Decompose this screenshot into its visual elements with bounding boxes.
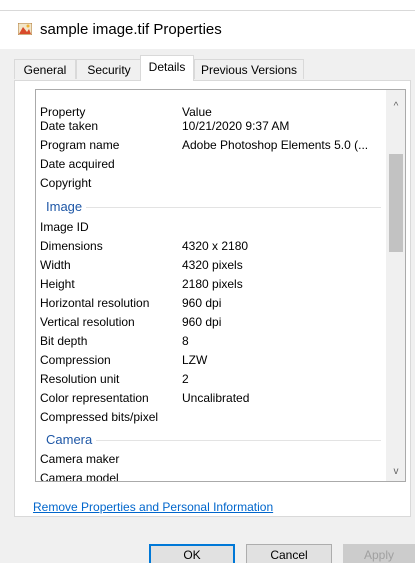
remove-properties-link[interactable]: Remove Properties and Personal Informati… <box>33 500 273 514</box>
group-header-image[interactable]: Image <box>36 197 387 217</box>
apply-button[interactable]: Apply <box>343 544 415 563</box>
properties-list-content: Property Value Date taken 10/21/2020 9:3… <box>36 90 387 481</box>
property-value: 960 dpi <box>182 296 222 310</box>
list-item[interactable]: Camera maker <box>36 450 387 469</box>
property-name: Dimensions <box>40 239 103 253</box>
image-file-icon <box>18 23 32 35</box>
property-name: Vertical resolution <box>40 315 135 329</box>
property-value: 10/21/2020 9:37 AM <box>182 119 290 133</box>
scrollbar-thumb[interactable] <box>389 154 403 252</box>
property-name: Image ID <box>40 220 89 234</box>
list-item[interactable]: Date taken 10/21/2020 9:37 AM <box>36 117 387 136</box>
list-item[interactable]: Dimensions 4320 x 2180 <box>36 237 387 256</box>
property-name: Bit depth <box>40 334 88 348</box>
property-value: 960 dpi <box>182 315 222 329</box>
details-panel: Property Value Date taken 10/21/2020 9:3… <box>14 80 411 517</box>
tab-details[interactable]: Details <box>140 55 194 81</box>
property-value: 8 <box>182 334 189 348</box>
property-name: Camera maker <box>40 452 120 466</box>
list-item[interactable]: Bit depth 8 <box>36 332 387 351</box>
property-name: Resolution unit <box>40 372 120 386</box>
group-title: Camera <box>46 430 97 450</box>
list-item[interactable]: Color representation Uncalibrated <box>36 389 387 408</box>
list-item[interactable]: Width 4320 pixels <box>36 256 387 275</box>
list-item[interactable]: Compression LZW <box>36 351 387 370</box>
property-name: Compressed bits/pixel <box>40 410 159 424</box>
list-item[interactable]: Height 2180 pixels <box>36 275 387 294</box>
properties-dialog: sample image.tif Properties General Secu… <box>0 0 415 563</box>
chevron-down-icon[interactable]: v <box>387 463 405 481</box>
group-divider <box>46 440 381 441</box>
list-item[interactable]: Vertical resolution 960 dpi <box>36 313 387 332</box>
property-name: Date taken <box>40 119 99 133</box>
vertical-scrollbar[interactable]: ^ v <box>386 90 405 481</box>
property-value: 4320 x 2180 <box>182 239 249 253</box>
property-value: 4320 pixels <box>182 258 243 272</box>
property-name: Height <box>40 277 75 291</box>
property-name: Camera model <box>40 471 119 482</box>
group-title: Image <box>46 197 87 217</box>
window-title: sample image.tif Properties <box>40 21 222 38</box>
list-item[interactable]: Resolution unit 2 <box>36 370 387 389</box>
list-item[interactable]: Camera model <box>36 469 387 482</box>
window-top-edge <box>0 0 415 11</box>
property-value: LZW <box>182 353 208 367</box>
chevron-up-icon[interactable]: ^ <box>387 98 405 116</box>
list-item[interactable]: Horizontal resolution 960 dpi <box>36 294 387 313</box>
title-bar[interactable]: sample image.tif Properties <box>0 11 415 49</box>
property-name: Date acquired <box>40 157 115 171</box>
ok-button[interactable]: OK <box>149 544 235 563</box>
property-value: Adobe Photoshop Elements 5.0 (... <box>182 138 369 152</box>
property-name: Copyright <box>40 176 92 190</box>
tab-previous-versions[interactable]: Previous Versions <box>194 59 304 79</box>
list-item[interactable]: Compressed bits/pixel <box>36 408 387 427</box>
property-name: Horizontal resolution <box>40 296 150 310</box>
list-item[interactable]: Copyright <box>36 174 387 193</box>
cancel-button[interactable]: Cancel <box>246 544 332 563</box>
property-name: Program name <box>40 138 120 152</box>
list-item[interactable]: Image ID <box>36 218 387 237</box>
property-value: 2180 pixels <box>182 277 243 291</box>
property-name: Compression <box>40 353 111 367</box>
property-value: Uncalibrated <box>182 391 250 405</box>
properties-list[interactable]: Property Value Date taken 10/21/2020 9:3… <box>35 89 406 482</box>
property-name: Color representation <box>40 391 149 405</box>
tab-general[interactable]: General <box>14 59 76 79</box>
list-item[interactable]: Program name Adobe Photoshop Elements 5.… <box>36 136 387 155</box>
tab-security[interactable]: Security <box>76 59 142 79</box>
group-header-camera[interactable]: Camera <box>36 430 387 450</box>
list-item[interactable]: Date acquired <box>36 155 387 174</box>
property-name: Width <box>40 258 71 272</box>
group-divider <box>46 207 381 208</box>
property-value: 2 <box>182 372 189 386</box>
